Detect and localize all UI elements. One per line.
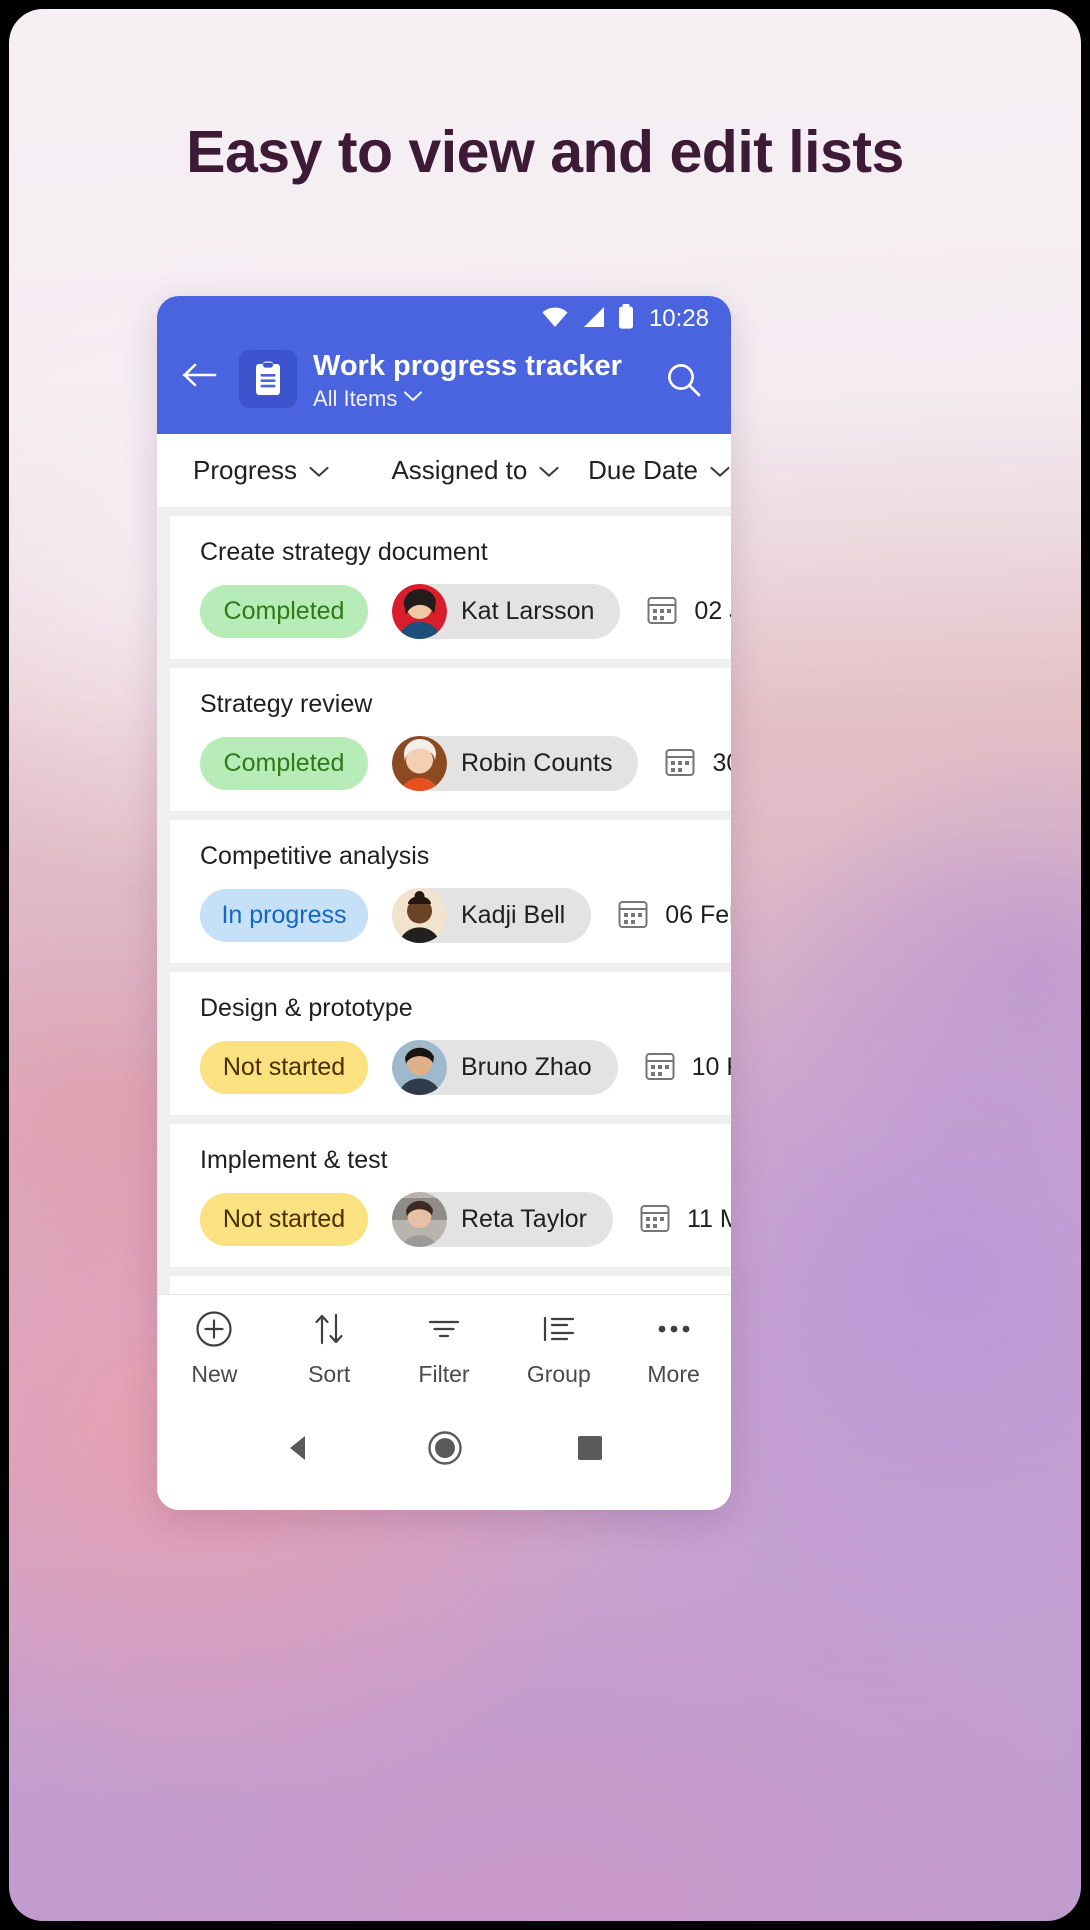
avatar	[392, 888, 447, 944]
wifi-icon	[540, 305, 570, 334]
table-row[interactable]: Create strategy document Completed Kat L…	[170, 516, 731, 660]
assignee-name: Kadji Bell	[461, 901, 566, 930]
status-badge[interactable]: In progress	[200, 889, 368, 943]
calendar-icon	[664, 745, 696, 782]
due-date-cell[interactable]: 11 Mar 2	[613, 1201, 731, 1238]
recents-square-icon[interactable]	[574, 1432, 606, 1469]
task-title: Create strategy document	[200, 538, 488, 567]
promo-screenshot: Easy to view and edit lists 10:28 Work p…	[0, 0, 1090, 1930]
toolbar-group-button[interactable]: Group	[501, 1309, 616, 1388]
toolbar-label: New	[191, 1361, 238, 1388]
battery-icon	[617, 303, 635, 335]
status-badge[interactable]: Not started	[200, 1041, 368, 1095]
task-title: Implement & test	[200, 1146, 388, 1175]
assignee-name: Robin Counts	[461, 749, 613, 778]
due-date-text: 30 Jan 2	[712, 749, 731, 778]
view-selector[interactable]: All Items	[313, 386, 641, 412]
due-date-text: 06 Feb	[665, 901, 731, 930]
task-title: Strategy review	[200, 690, 373, 719]
calendar-icon	[646, 593, 678, 630]
android-navigation-bar	[157, 1402, 731, 1499]
home-circle-icon[interactable]	[427, 1430, 463, 1471]
assignee-name: Bruno Zhao	[461, 1053, 592, 1082]
due-date-cell[interactable]: 06 Feb	[591, 897, 731, 934]
due-date-cell[interactable]: 30 Jan 2	[638, 745, 731, 782]
task-list[interactable]: Create strategy document Completed Kat L…	[157, 508, 731, 1295]
due-date-text: 02 Jan 2	[694, 597, 731, 626]
status-bar: 10:28	[157, 296, 731, 342]
filter-icon	[424, 1309, 464, 1354]
due-date-text: 11 Mar 2	[687, 1205, 731, 1234]
toolbar-label: Sort	[308, 1361, 351, 1388]
sort-arrows-icon	[309, 1309, 349, 1354]
phone-mockup: 10:28 Work progress tracker All Items Pr…	[157, 296, 731, 1510]
toolbar-more-button[interactable]: More	[616, 1309, 731, 1388]
chevron-down-icon	[308, 455, 330, 486]
view-name-label: All Items	[313, 386, 398, 412]
table-row[interactable]: Competitive analysis In progress Kadji B…	[170, 820, 731, 964]
calendar-icon	[639, 1201, 671, 1238]
assignee-chip[interactable]: Kadji Bell	[392, 888, 592, 944]
chevron-down-icon	[538, 455, 560, 486]
toolbar-label: Group	[526, 1361, 591, 1388]
chevron-down-icon	[709, 455, 731, 486]
chevron-down-icon	[403, 390, 423, 408]
column-header-assigned-to[interactable]: Assigned to	[391, 455, 588, 486]
toolbar-filter-button[interactable]: Filter	[387, 1309, 502, 1388]
due-date-text: 10 Feb 2	[691, 1053, 731, 1082]
back-triangle-icon[interactable]	[282, 1431, 316, 1470]
task-title: Design & prototype	[200, 994, 413, 1023]
avatar	[392, 584, 447, 640]
task-title: Competitive analysis	[200, 842, 430, 871]
plus-circle-icon	[194, 1309, 234, 1354]
back-button[interactable]	[177, 348, 223, 402]
calendar-icon	[617, 897, 649, 934]
bottom-toolbar: New Sort Filter Group More	[157, 1294, 731, 1403]
status-badge[interactable]: Not started	[200, 1193, 368, 1247]
cellular-signal-icon	[580, 305, 607, 334]
table-row[interactable]: Implement & test Not started Reta Taylor	[170, 1124, 731, 1268]
search-button[interactable]	[657, 352, 711, 408]
group-list-icon	[539, 1309, 579, 1354]
due-date-cell[interactable]: 02 Jan 2	[620, 593, 731, 630]
column-label: Due Date	[588, 455, 698, 486]
promo-headline: Easy to view and edit lists	[186, 119, 904, 185]
status-badge[interactable]: Completed	[200, 737, 368, 791]
toolbar-label: Filter	[418, 1361, 470, 1388]
assignee-name: Kat Larsson	[461, 597, 595, 626]
due-date-cell[interactable]: 10 Feb 2	[618, 1049, 731, 1086]
assignee-name: Reta Taylor	[461, 1205, 587, 1234]
column-label: Progress	[193, 455, 298, 486]
toolbar-sort-button[interactable]: Sort	[272, 1309, 387, 1388]
table-row[interactable]: Development Not started David Power	[170, 1276, 731, 1295]
column-header-progress[interactable]: Progress	[193, 455, 391, 486]
assignee-chip[interactable]: Robin Counts	[392, 736, 639, 792]
column-header-row: Progress Assigned to Due Date	[157, 434, 731, 509]
clipboard-list-icon	[239, 350, 297, 408]
table-row[interactable]: Design & prototype Not started Bruno Zha…	[170, 972, 731, 1116]
avatar	[392, 736, 447, 792]
toolbar-label: More	[647, 1361, 700, 1388]
avatar	[392, 1192, 447, 1248]
assignee-chip[interactable]: Bruno Zhao	[392, 1040, 618, 1096]
avatar	[392, 1040, 447, 1096]
ellipsis-icon	[654, 1309, 694, 1354]
table-row[interactable]: Strategy review Completed Robin Counts 3	[170, 668, 731, 812]
column-label: Assigned to	[391, 455, 528, 486]
app-header: Work progress tracker All Items	[157, 342, 731, 435]
toolbar-new-button[interactable]: New	[157, 1309, 272, 1388]
assignee-chip[interactable]: Reta Taylor	[392, 1192, 613, 1248]
page-title: Work progress tracker	[313, 350, 622, 382]
column-header-due-date[interactable]: Due Date	[588, 455, 731, 486]
status-badge[interactable]: Completed	[200, 585, 368, 639]
status-bar-clock: 10:28	[648, 305, 709, 332]
header-title-block: Work progress tracker All Items	[313, 348, 641, 412]
assignee-chip[interactable]: Kat Larsson	[392, 584, 621, 640]
calendar-icon	[644, 1049, 676, 1086]
